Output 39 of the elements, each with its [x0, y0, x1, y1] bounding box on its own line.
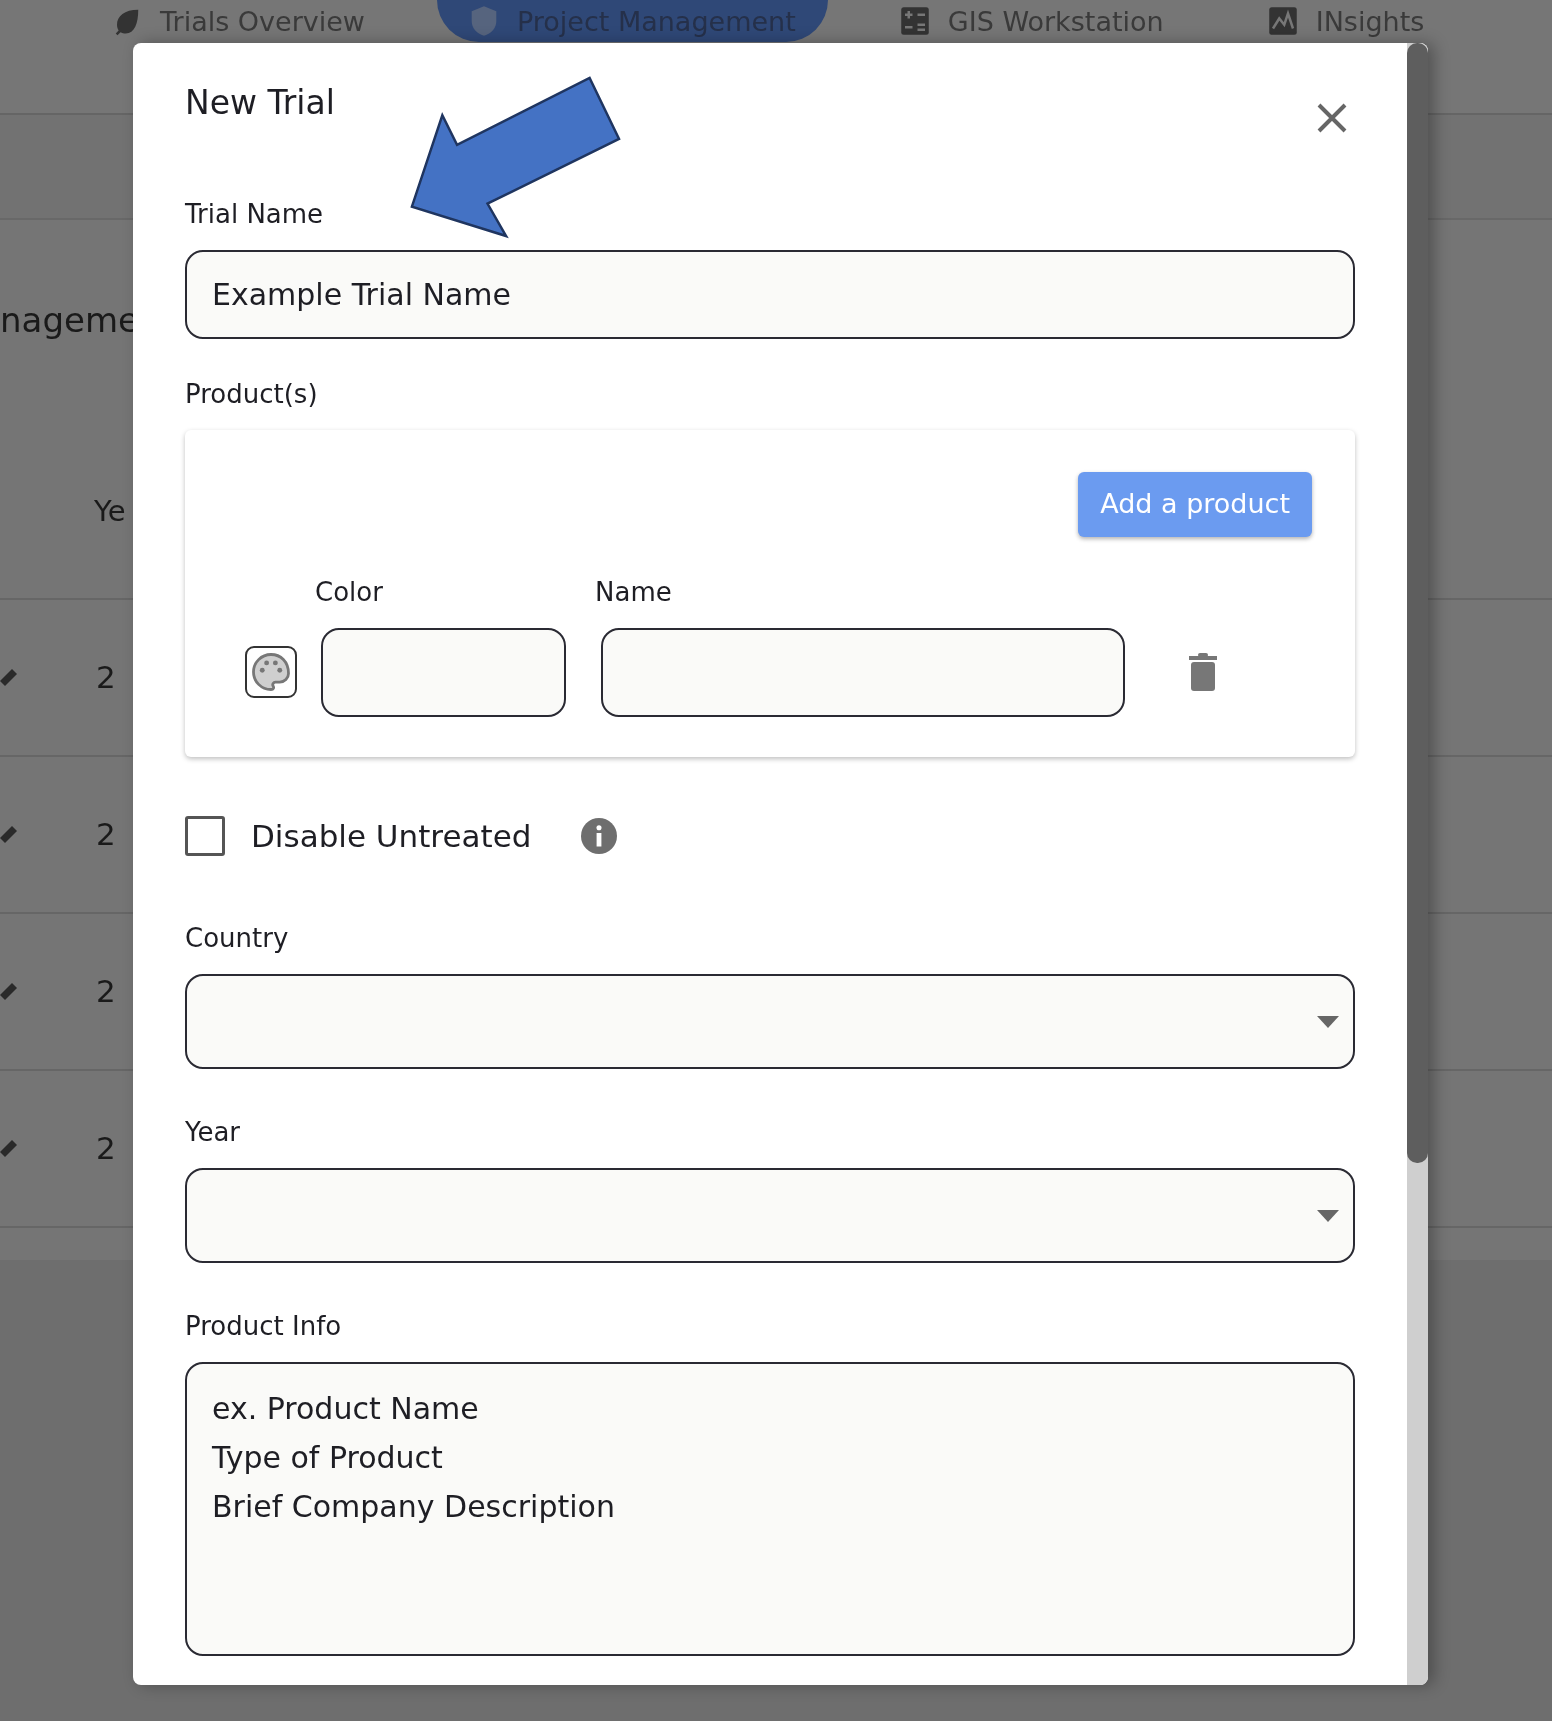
table-cell-text: 2	[96, 815, 116, 855]
scrollbar-thumb[interactable]	[1407, 43, 1428, 1163]
caret-icon[interactable]	[1317, 1015, 1339, 1028]
pencil-icon[interactable]	[0, 980, 18, 1003]
checkbox[interactable]	[185, 815, 225, 856]
info-icon[interactable]	[581, 817, 618, 854]
field-label: Product Info	[185, 1310, 342, 1343]
name-field[interactable]	[601, 627, 1125, 717]
page-heading: nageme	[0, 300, 139, 340]
column-label: Name	[595, 575, 672, 609]
color-field[interactable]	[321, 627, 566, 717]
field-label: Country	[185, 922, 289, 955]
field-label: Product(s)	[185, 378, 318, 411]
field-label: Trial Name	[185, 198, 324, 231]
pencil-icon[interactable]	[0, 823, 18, 846]
field-label: Year	[185, 1116, 241, 1149]
nav-tab[interactable]: GIS Workstation	[867, 0, 1196, 42]
chart-icon	[1267, 6, 1298, 36]
text-area[interactable]: ex. Product Name Type of Product Brief Company Description	[185, 1362, 1355, 1656]
pencil-icon[interactable]	[0, 666, 18, 689]
caret-icon[interactable]	[1317, 1209, 1339, 1222]
pencil-icon[interactable]	[0, 1137, 18, 1160]
dialog-title: New Trial	[185, 83, 335, 123]
column-label: Color	[315, 575, 384, 609]
calculator-icon	[899, 6, 930, 36]
table-cell-text: 2	[96, 658, 116, 698]
scrollbar[interactable]	[1407, 43, 1428, 1685]
text-field[interactable]: Example Trial Name	[185, 250, 1355, 339]
add-product-button[interactable]: Add a product	[1078, 472, 1312, 537]
table-cell-text: 2	[96, 1129, 116, 1169]
nav-tab[interactable]: INsights	[1235, 0, 1457, 42]
table-cell-text: 2	[96, 972, 116, 1012]
nav-tab[interactable]: Trials Overview	[80, 0, 397, 42]
select-field[interactable]	[185, 1168, 1355, 1263]
checkbox-label: Disable Untreated	[251, 816, 532, 856]
column-header: Ye	[94, 494, 126, 528]
select-field[interactable]	[185, 974, 1355, 1069]
delete-button[interactable]	[1187, 652, 1219, 692]
palette-button[interactable]	[245, 646, 297, 698]
